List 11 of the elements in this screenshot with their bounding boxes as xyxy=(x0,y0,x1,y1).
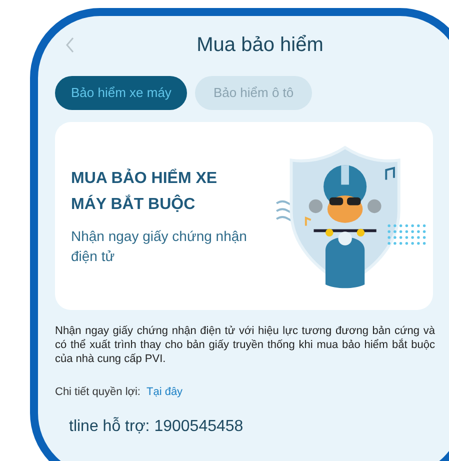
insurance-tab[interactable]: Bảo hiểm xe máy xyxy=(55,76,188,110)
back-chevron-icon[interactable] xyxy=(65,37,75,53)
benefits-link[interactable]: Tại đây xyxy=(146,384,183,400)
banner-heading: MUA BẢO HIỂM XE xyxy=(71,168,218,189)
benefits-label: Chi tiết quyền lợi: xyxy=(55,385,140,400)
insurance-tab[interactable]: Bảo hiểm ô tô xyxy=(195,76,312,110)
description-text: Nhận ngay giấy chứng nhận điện tử với hiệu lực tương đương bản cứng và có thể xuất trình thay cho bản giấy truyền thống khi mua bảo hiểm bắt buộc của nhà cung cấp PVI. xyxy=(55,324,435,366)
banner-subtitle: Nhận ngay giấy chứng nhận điện tử xyxy=(71,227,248,266)
screen-title: Mua bảo hiểm xyxy=(196,33,324,58)
banner-heading: MÁY BẮT BUỘC xyxy=(71,194,196,215)
hotline-text: tline hỗ trợ: 1900545458 xyxy=(69,416,244,436)
